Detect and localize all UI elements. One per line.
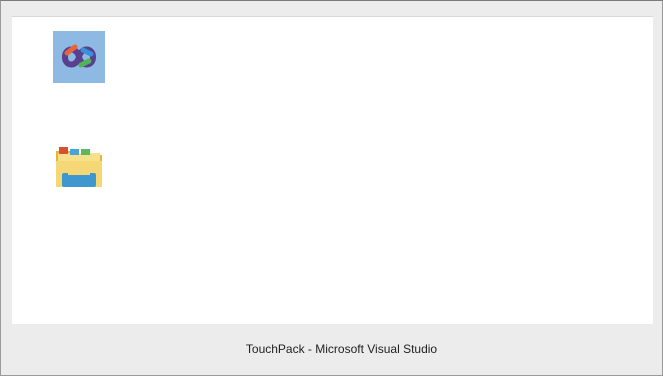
visual-studio-tile[interactable]	[43, 27, 123, 99]
start-canvas	[12, 16, 653, 324]
app-window: TouchPack - Microsoft Visual Studio	[0, 0, 663, 376]
visual-studio-icon	[53, 31, 105, 83]
window-caption: TouchPack - Microsoft Visual Studio	[245, 342, 438, 356]
file-explorer-icon	[53, 141, 105, 193]
file-explorer-tile[interactable]	[43, 137, 123, 209]
window-caption-bar: TouchPack - Microsoft Visual Studio	[1, 323, 663, 375]
